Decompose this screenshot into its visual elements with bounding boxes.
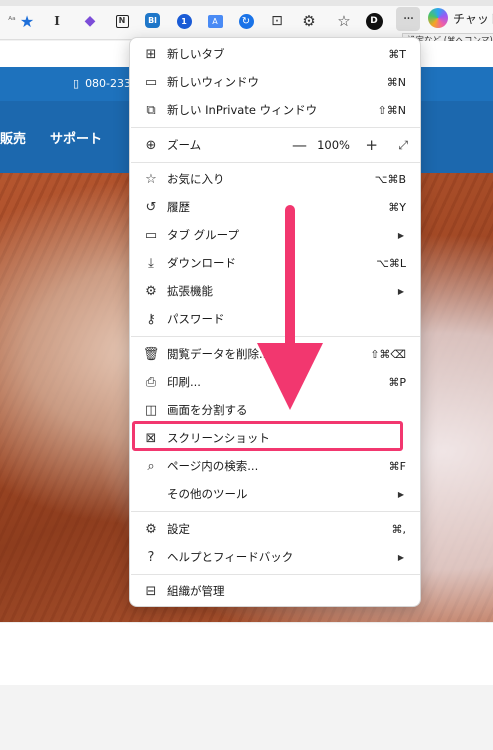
more-button[interactable]: ··· [396, 7, 420, 31]
copilot-icon [428, 8, 448, 28]
obsidian-icon[interactable]: ◆ [80, 11, 100, 31]
menu-label: 新しい InPrivate ウィンドウ [167, 103, 318, 117]
menu-label: ダウンロード [167, 256, 236, 270]
menu-shortcut: ⇧⌘⌫ [370, 347, 406, 361]
nav-support[interactable]: サポート [50, 128, 102, 147]
menu-shortcut: ⌘N [386, 75, 406, 89]
extensions-icon: ⚙ [145, 283, 157, 299]
menu-label: タブ グループ [167, 228, 239, 242]
menu-divider [131, 511, 420, 512]
zoom-icon: ⊕ [145, 137, 157, 153]
menu-shortcut: ⌘F [388, 459, 406, 473]
menu-item-new-tab[interactable]: ⊞ 新しいタブ ⌘T [131, 40, 420, 68]
submenu-arrow-icon: ▶ [397, 552, 404, 562]
menu-label: 設定 [167, 522, 190, 536]
history-icon: ↺ [145, 199, 157, 215]
favorite-star-icon[interactable]: ★ [17, 11, 37, 31]
refresh-icon[interactable]: ↻ [236, 11, 256, 31]
download-icon: ⤓ [148, 255, 154, 271]
fullscreen-icon[interactable]: ⤢ [398, 138, 408, 153]
menu-label: ヘルプとフィードバック [167, 550, 294, 564]
menu-label: 新しいウィンドウ [167, 75, 259, 89]
bl-icon[interactable]: Bl [145, 13, 160, 28]
page-bottom [0, 622, 493, 750]
menu-item-new-window[interactable]: ▭ 新しいウィンドウ ⌘N [131, 68, 420, 96]
notion-icon[interactable]: N [112, 11, 132, 31]
menu-divider [131, 127, 420, 128]
menu-shortcut: ⌘, [391, 522, 407, 536]
menu-label: 印刷... [167, 375, 201, 389]
annotation-arrow-icon [257, 205, 323, 410]
screenshot-highlight-box [132, 421, 403, 451]
split-screen-icon: ◫ [144, 402, 158, 418]
zoom-out-button[interactable]: — [292, 136, 307, 154]
new-window-icon: ▭ [144, 74, 158, 90]
trash-icon: 🗑 [142, 346, 160, 362]
menu-item-zoom: ⊕ ズーム — 100% + ⤢ [131, 131, 420, 159]
menu-divider [131, 162, 420, 163]
menu-item-new-inprivate[interactable]: ⧉ 新しい InPrivate ウィンドウ ⇧⌘N [131, 96, 420, 124]
menu-label: 組織が管理 [167, 584, 225, 598]
zoom-in-button[interactable]: + [365, 136, 378, 154]
i-icon[interactable]: I [47, 11, 67, 31]
menu-label: その他のツール [167, 487, 248, 501]
menu-shortcut: ⌥⌘L [376, 256, 406, 270]
more-icon: ··· [402, 11, 414, 27]
menu-shortcut: ⌘T [388, 47, 406, 61]
tab-strip-edge [0, 0, 493, 6]
phone-contact[interactable]: ▯ 080-233 [73, 77, 131, 90]
dark-reader-icon[interactable]: D [364, 11, 384, 31]
menu-item-settings[interactable]: ⚙ 設定 ⌘, [131, 515, 420, 543]
menu-label: 新しいタブ [167, 47, 225, 61]
favorites-icon: ☆ [145, 171, 157, 187]
submenu-arrow-icon: ▶ [397, 489, 404, 499]
print-icon: ⎙ [145, 374, 157, 390]
screenshot-icon[interactable]: ⊡ [267, 11, 287, 31]
menu-label: 拡張機能 [167, 284, 213, 298]
menu-shortcut: ⌘Y [388, 200, 406, 214]
menu-shortcut: ⇧⌘N [377, 103, 406, 117]
menu-divider [131, 574, 420, 575]
menu-item-favorites[interactable]: ☆ お気に入り ⌥⌘B [131, 165, 420, 193]
nav-sales[interactable]: 販売 [0, 128, 26, 147]
page-footer-strip [0, 685, 493, 750]
tab-groups-icon: ▭ [144, 227, 158, 243]
help-icon: ? [147, 549, 155, 565]
menu-item-more-tools[interactable]: その他のツール ▶ [131, 480, 420, 508]
menu-shortcut: ⌘P [388, 375, 406, 389]
menu-item-help-feedback[interactable]: ? ヘルプとフィードバック ▶ [131, 543, 420, 571]
copilot-button[interactable]: チャット [428, 8, 493, 28]
briefcase-icon: ⊟ [145, 583, 157, 599]
1password-icon[interactable]: 1 [174, 11, 194, 31]
menu-label: 履歴 [167, 200, 190, 214]
translate-icon[interactable]: A [205, 11, 225, 31]
submenu-arrow-icon: ▶ [397, 286, 404, 296]
copilot-label: チャット [453, 11, 493, 26]
favorites-icon[interactable]: ☆ [334, 11, 354, 31]
menu-item-find-in-page[interactable]: ⌕ ページ内の検索... ⌘F [131, 452, 420, 480]
phone-number: 080-233 [85, 77, 132, 90]
menu-shortcut: ⌥⌘B [374, 172, 406, 186]
new-tab-icon: ⊞ [145, 46, 157, 62]
menu-label: 画面を分割する [167, 403, 248, 417]
inprivate-icon: ⧉ [146, 102, 156, 118]
find-in-page-icon: ⌕ [147, 458, 155, 474]
menu-label: ズーム [167, 138, 202, 152]
gear-icon: ⚙ [145, 521, 157, 537]
submenu-arrow-icon: ▶ [397, 230, 404, 240]
menu-label: パスワード [167, 312, 225, 326]
menu-item-managed-by-org[interactable]: ⊟ 組織が管理 [131, 577, 420, 605]
zoom-value: 100% [317, 138, 350, 152]
menu-label: ページ内の検索... [167, 459, 259, 473]
extensions-icon[interactable]: ⚙ [299, 11, 319, 31]
menu-label: お気に入り [167, 172, 225, 186]
phone-icon: ▯ [73, 77, 80, 90]
key-icon: ⚷ [146, 311, 156, 327]
